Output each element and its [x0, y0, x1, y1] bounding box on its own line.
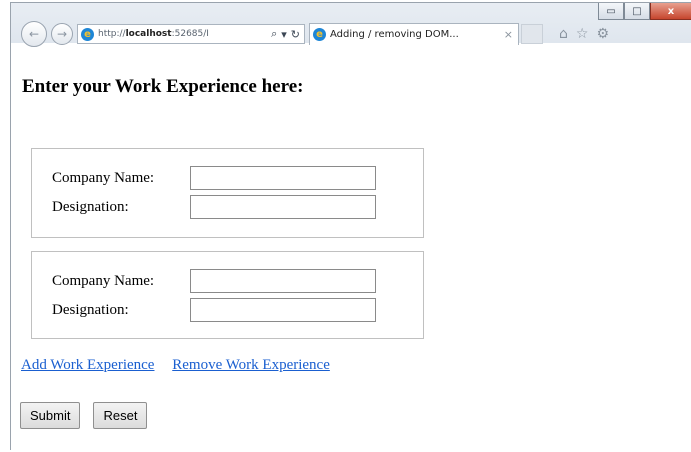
window-controls: ▭ □ x	[598, 3, 691, 21]
favorites-star-icon[interactable]: ☆	[576, 26, 589, 42]
close-window-button[interactable]: x	[650, 3, 691, 20]
back-arrow-icon: ←	[28, 27, 40, 41]
dropdown-icon[interactable]: ▾	[281, 28, 287, 41]
designation-input[interactable]	[190, 298, 376, 322]
new-tab-button[interactable]	[521, 24, 543, 44]
ie-favicon-icon: e	[81, 27, 94, 41]
page-content: Enter your Work Experience here: Company…	[11, 48, 691, 451]
company-name-input[interactable]	[190, 269, 376, 293]
experience-links: Add Work Experience Remove Work Experien…	[21, 357, 330, 374]
back-button[interactable]: ←	[21, 21, 47, 47]
designation-label: Designation:	[52, 198, 129, 215]
remove-work-experience-link[interactable]: Remove Work Experience	[172, 357, 330, 373]
reset-button[interactable]: Reset	[93, 402, 148, 429]
navigation-bar: ← → e http://localhost:52685/I ⌕ ▾ ↻ e A…	[11, 21, 691, 47]
address-bar[interactable]: e http://localhost:52685/I ⌕ ▾ ↻	[77, 24, 305, 44]
gear-icon[interactable]: ⚙	[596, 26, 609, 42]
company-name-input[interactable]	[190, 166, 376, 190]
refresh-icon[interactable]: ↻	[291, 28, 300, 41]
work-experience-block: Company Name: Designation:	[31, 251, 424, 339]
maximize-button[interactable]: □	[624, 3, 650, 20]
home-icon[interactable]: ⌂	[559, 26, 568, 42]
tab-favicon-icon: e	[313, 28, 326, 41]
company-name-row: Company Name:	[52, 166, 376, 190]
url-text: http://localhost:52685/I	[98, 29, 209, 39]
designation-row: Designation:	[52, 195, 376, 219]
designation-input[interactable]	[190, 195, 376, 219]
designation-label: Designation:	[52, 301, 129, 318]
url-host: localhost	[125, 29, 172, 39]
url-rest: :52685/I	[171, 29, 209, 39]
forward-arrow-icon: →	[56, 27, 68, 41]
company-name-row: Company Name:	[52, 269, 376, 293]
company-name-label: Company Name:	[52, 272, 155, 289]
page-title: Enter your Work Experience here:	[22, 76, 304, 97]
form-buttons: Submit Reset	[20, 402, 148, 429]
company-name-label: Company Name:	[52, 169, 155, 186]
address-tools: ⌕ ▾ ↻	[271, 27, 304, 41]
work-experience-block: Company Name: Designation:	[31, 148, 424, 238]
designation-row: Designation:	[52, 298, 376, 322]
tab-close-icon[interactable]: ×	[499, 28, 518, 41]
add-work-experience-link[interactable]: Add Work Experience	[21, 357, 154, 373]
tab-active[interactable]: e Adding / removing DOM... ×	[309, 23, 519, 45]
minimize-button[interactable]: ▭	[598, 3, 624, 20]
search-icon[interactable]: ⌕	[271, 27, 277, 41]
submit-button[interactable]: Submit	[20, 402, 81, 429]
tab-title: Adding / removing DOM...	[330, 29, 459, 40]
browser-window: ▭ □ x ← → e http://localhost:52685/I ⌕ ▾…	[10, 2, 691, 451]
url-protocol: http://	[98, 29, 126, 39]
browser-toolbar: ⌂ ☆ ⚙	[559, 26, 609, 42]
forward-button[interactable]: →	[51, 23, 73, 45]
